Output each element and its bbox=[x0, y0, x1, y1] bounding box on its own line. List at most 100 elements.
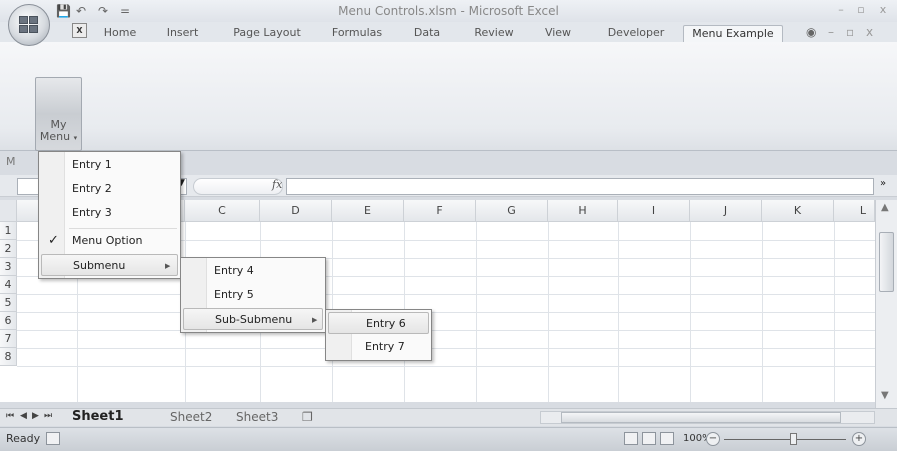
column-header[interactable]: F bbox=[404, 200, 476, 222]
vertical-scrollbar[interactable]: ▲ ▼ bbox=[875, 200, 897, 410]
row-header[interactable]: 8 bbox=[0, 348, 17, 366]
macro-record-icon[interactable] bbox=[46, 432, 60, 445]
zoom-slider-track[interactable] bbox=[724, 439, 846, 440]
menu-item-entry-6[interactable]: Entry 6 bbox=[328, 312, 429, 334]
formula-input[interactable] bbox=[286, 178, 874, 195]
restore-button[interactable]: ▫ bbox=[852, 2, 870, 18]
tab-review[interactable]: Review bbox=[469, 25, 519, 42]
insert-function-icon[interactable]: fx bbox=[272, 178, 282, 191]
sheet-tab-sheet3[interactable]: Sheet3 bbox=[236, 409, 278, 426]
tab-data[interactable]: Data bbox=[407, 25, 447, 42]
ribbon-panel: My Menu ▾ M bbox=[0, 42, 897, 168]
workbook-restore-button[interactable]: ▫ bbox=[846, 25, 854, 39]
horizontal-scrollbar[interactable] bbox=[540, 411, 875, 424]
scroll-down-icon[interactable]: ▼ bbox=[881, 390, 889, 401]
tab-home[interactable]: Home bbox=[100, 25, 140, 42]
column-header[interactable]: E bbox=[332, 200, 404, 222]
submenu-arrow-icon: ▶ bbox=[312, 316, 318, 324]
expand-formula-bar-icon[interactable]: » bbox=[880, 178, 886, 189]
row-header[interactable]: 7 bbox=[0, 330, 17, 348]
grid-line bbox=[834, 222, 835, 402]
column-header[interactable]: I bbox=[618, 200, 690, 222]
row-header[interactable]: 4 bbox=[0, 276, 17, 294]
grid-line bbox=[762, 222, 763, 402]
tab-developer[interactable]: Developer bbox=[601, 25, 671, 42]
office-button[interactable] bbox=[8, 4, 50, 46]
column-header[interactable]: L bbox=[834, 200, 875, 222]
zoom-out-icon[interactable]: − bbox=[706, 432, 720, 446]
column-header[interactable]: D bbox=[260, 200, 332, 222]
title-bar: 💾 ↶ ↷ = Menu Controls.xlsm - Microsoft E… bbox=[0, 0, 897, 22]
column-header[interactable]: G bbox=[476, 200, 548, 222]
sheet-tab-bar: ⏮ ◀ ▶ ⏭ Sheet1 Sheet2 Sheet3 ❐ bbox=[0, 408, 897, 426]
grid-line bbox=[17, 366, 875, 367]
page-layout-view-icon[interactable] bbox=[642, 432, 656, 445]
zoom-in-icon[interactable]: + bbox=[852, 432, 866, 446]
column-header[interactable]: H bbox=[548, 200, 618, 222]
workbook-minimize-button[interactable]: – bbox=[828, 25, 834, 39]
ribbon-group-label: M bbox=[6, 155, 16, 168]
workbook-close-button[interactable]: x bbox=[866, 25, 873, 39]
grid-line bbox=[17, 312, 875, 313]
grid-line bbox=[17, 348, 875, 349]
submenu-dropdown: Entry 4 Entry 5 Sub-Submenu ▶ bbox=[180, 257, 326, 333]
zoom-slider-thumb[interactable] bbox=[790, 433, 797, 445]
menu-item-menu-option[interactable]: ✓ Menu Option bbox=[41, 230, 178, 252]
grid-line bbox=[690, 222, 691, 402]
tab-menu-example[interactable]: Menu Example bbox=[683, 25, 783, 42]
sub-submenu-dropdown: Entry 6 Entry 7 bbox=[325, 309, 432, 361]
column-header[interactable]: C bbox=[185, 200, 260, 222]
grid-line bbox=[618, 222, 619, 402]
scroll-up-icon[interactable]: ▲ bbox=[881, 202, 889, 213]
tab-view[interactable]: View bbox=[538, 25, 578, 42]
horizontal-scrollbar-thumb[interactable] bbox=[561, 412, 841, 423]
status-bar: Ready 100% − + bbox=[0, 427, 897, 451]
scrollbar-thumb[interactable] bbox=[879, 232, 894, 292]
normal-view-icon[interactable] bbox=[624, 432, 638, 445]
select-all-corner[interactable] bbox=[0, 200, 17, 222]
ribbon-tabs: Home Insert Page Layout Formulas Data Re… bbox=[0, 22, 897, 42]
grid-line bbox=[17, 294, 875, 295]
first-sheet-icon[interactable]: ⏮ bbox=[6, 411, 14, 421]
checkmark-icon: ✓ bbox=[48, 233, 59, 248]
help-icon[interactable]: ◉ bbox=[806, 25, 816, 39]
sheet-tab-sheet1[interactable]: Sheet1 bbox=[72, 409, 124, 426]
menu-item-submenu[interactable]: Submenu ▶ bbox=[41, 254, 178, 276]
column-header[interactable]: J bbox=[690, 200, 762, 222]
row-header[interactable]: 2 bbox=[0, 240, 17, 258]
prev-sheet-icon[interactable]: ◀ bbox=[20, 411, 27, 421]
menu-item-sub-submenu[interactable]: Sub-Submenu ▶ bbox=[183, 308, 323, 330]
row-header[interactable]: 3 bbox=[0, 258, 17, 276]
tab-page-layout[interactable]: Page Layout bbox=[227, 25, 307, 42]
tab-insert[interactable]: Insert bbox=[160, 25, 205, 42]
tab-formulas[interactable]: Formulas bbox=[327, 25, 387, 42]
excel-document-icon: X bbox=[72, 23, 87, 38]
menu-item-entry-4[interactable]: Entry 4 bbox=[183, 260, 323, 282]
submenu-arrow-icon: ▶ bbox=[165, 262, 171, 270]
row-header[interactable]: 6 bbox=[0, 312, 17, 330]
formula-buttons-area bbox=[193, 178, 283, 195]
menu-item-entry-2[interactable]: Entry 2 bbox=[41, 178, 178, 200]
grid-line bbox=[17, 330, 875, 331]
menu-item-entry-5[interactable]: Entry 5 bbox=[183, 284, 323, 306]
status-text: Ready bbox=[6, 432, 41, 445]
window-title: Menu Controls.xlsm - Microsoft Excel bbox=[338, 4, 559, 18]
next-sheet-icon[interactable]: ▶ bbox=[32, 411, 39, 421]
my-menu-button[interactable]: My Menu ▾ bbox=[35, 77, 82, 151]
office-logo-icon bbox=[19, 16, 39, 34]
row-header[interactable]: 5 bbox=[0, 294, 17, 312]
my-menu-dropdown: Entry 1 Entry 2 Entry 3 ✓ Menu Option Su… bbox=[38, 151, 181, 279]
menu-separator bbox=[69, 228, 177, 229]
menu-item-entry-7[interactable]: Entry 7 bbox=[328, 336, 429, 358]
sheet-tab-sheet2[interactable]: Sheet2 bbox=[170, 409, 212, 426]
close-button[interactable]: x bbox=[874, 2, 892, 18]
minimize-button[interactable]: – bbox=[832, 2, 850, 18]
insert-sheet-icon[interactable]: ❐ bbox=[302, 409, 313, 426]
menu-item-entry-3[interactable]: Entry 3 bbox=[41, 202, 178, 224]
column-header[interactable]: K bbox=[762, 200, 834, 222]
page-break-view-icon[interactable] bbox=[660, 432, 674, 445]
last-sheet-icon[interactable]: ⏭ bbox=[44, 411, 52, 421]
row-header[interactable]: 1 bbox=[0, 222, 17, 240]
menu-item-entry-1[interactable]: Entry 1 bbox=[41, 154, 178, 176]
grid-line bbox=[476, 222, 477, 402]
